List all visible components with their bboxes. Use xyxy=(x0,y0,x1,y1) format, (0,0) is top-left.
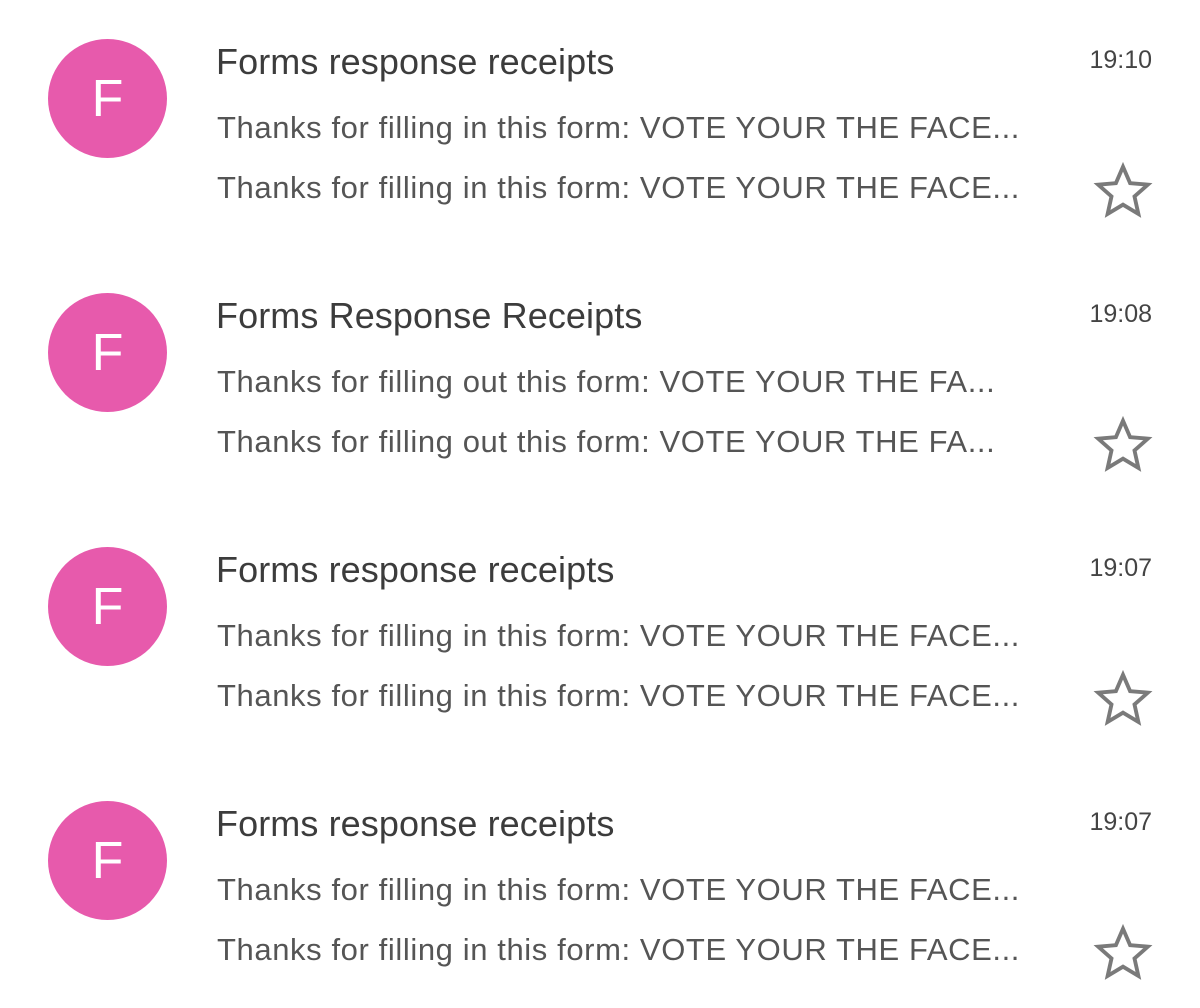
email-snippet: Thanks for filling in this form: VOTE YO… xyxy=(217,170,1021,205)
sender-avatar: F xyxy=(48,39,167,158)
email-time: 19:07 xyxy=(1089,554,1152,582)
email-list: F Forms response receipts 19:10 Thanks f… xyxy=(0,0,1200,1008)
star-icon[interactable] xyxy=(1092,160,1154,222)
email-subject: Thanks for filling in this form: VOTE YO… xyxy=(217,110,1021,145)
email-subject: Thanks for filling out this form: VOTE Y… xyxy=(217,364,996,399)
email-row[interactable]: F Forms response receipts 19:07 Thanks f… xyxy=(0,762,1200,1002)
sender-name: Forms response receipts xyxy=(216,803,615,844)
star-icon[interactable] xyxy=(1092,668,1154,730)
sender-name: Forms response receipts xyxy=(216,549,615,590)
sender-avatar: F xyxy=(48,547,167,666)
email-time: 19:10 xyxy=(1089,46,1152,74)
email-row[interactable]: F Forms Response Receipts 19:08 Thanks f… xyxy=(0,254,1200,494)
email-snippet: Thanks for filling in this form: VOTE YO… xyxy=(217,932,1021,967)
email-snippet: Thanks for filling in this form: VOTE YO… xyxy=(217,678,1021,713)
email-snippet: Thanks for filling out this form: VOTE Y… xyxy=(217,424,996,459)
email-time: 19:07 xyxy=(1089,808,1152,836)
sender-avatar: F xyxy=(48,293,167,412)
email-time: 19:08 xyxy=(1089,300,1152,328)
email-row[interactable]: F Forms response receipts 19:07 Thanks f… xyxy=(0,508,1200,748)
sender-avatar: F xyxy=(48,801,167,920)
star-icon[interactable] xyxy=(1092,414,1154,476)
email-row[interactable]: F Forms response receipts 19:10 Thanks f… xyxy=(0,0,1200,240)
star-icon[interactable] xyxy=(1092,922,1154,984)
email-subject: Thanks for filling in this form: VOTE YO… xyxy=(217,872,1021,907)
sender-name: Forms response receipts xyxy=(216,41,615,82)
email-subject: Thanks for filling in this form: VOTE YO… xyxy=(217,618,1021,653)
sender-name: Forms Response Receipts xyxy=(216,295,643,336)
